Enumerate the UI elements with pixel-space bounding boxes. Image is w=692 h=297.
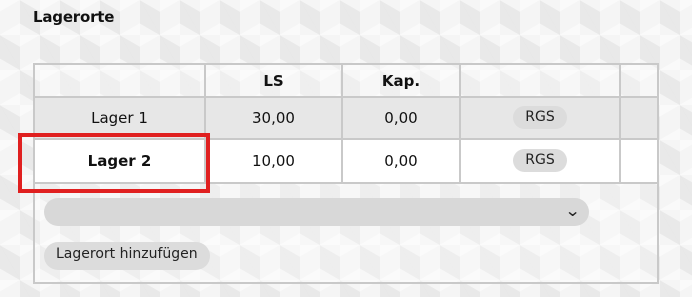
location-name: Lager 2 (35, 138, 206, 184)
header-extra (619, 65, 657, 98)
rgs-button[interactable]: RGS (513, 106, 567, 129)
section-title: Lagerorte (33, 8, 115, 26)
chevron-down-icon: ⌄ (564, 201, 581, 220)
storage-locations-table: LS Kap. Lager 1 30,00 0,00 RGS Lager 2 1… (35, 65, 657, 184)
location-action-cell: RGS (459, 96, 621, 140)
add-location-button[interactable]: Lagerort hinzufügen (44, 242, 210, 270)
table-row: Lager 1 30,00 0,00 RGS (35, 96, 657, 140)
header-name (35, 65, 206, 98)
header-action (459, 65, 621, 98)
location-ls: 30,00 (204, 96, 343, 140)
location-extra-cell (619, 96, 657, 140)
table-row: Lager 2 10,00 0,00 RGS (35, 138, 657, 184)
location-select[interactable]: ⌄ (44, 198, 589, 226)
header-ls: LS (204, 65, 343, 98)
table-header-row: LS Kap. (35, 65, 657, 98)
storage-locations-panel: LS Kap. Lager 1 30,00 0,00 RGS Lager 2 1… (33, 63, 659, 284)
location-kap: 0,00 (341, 96, 461, 140)
header-kap: Kap. (341, 65, 461, 98)
rgs-button[interactable]: RGS (513, 149, 567, 172)
location-ls: 10,00 (204, 138, 343, 184)
location-kap: 0,00 (341, 138, 461, 184)
location-action-cell: RGS (459, 138, 621, 184)
location-extra-cell (619, 138, 657, 184)
location-name: Lager 1 (35, 96, 206, 140)
